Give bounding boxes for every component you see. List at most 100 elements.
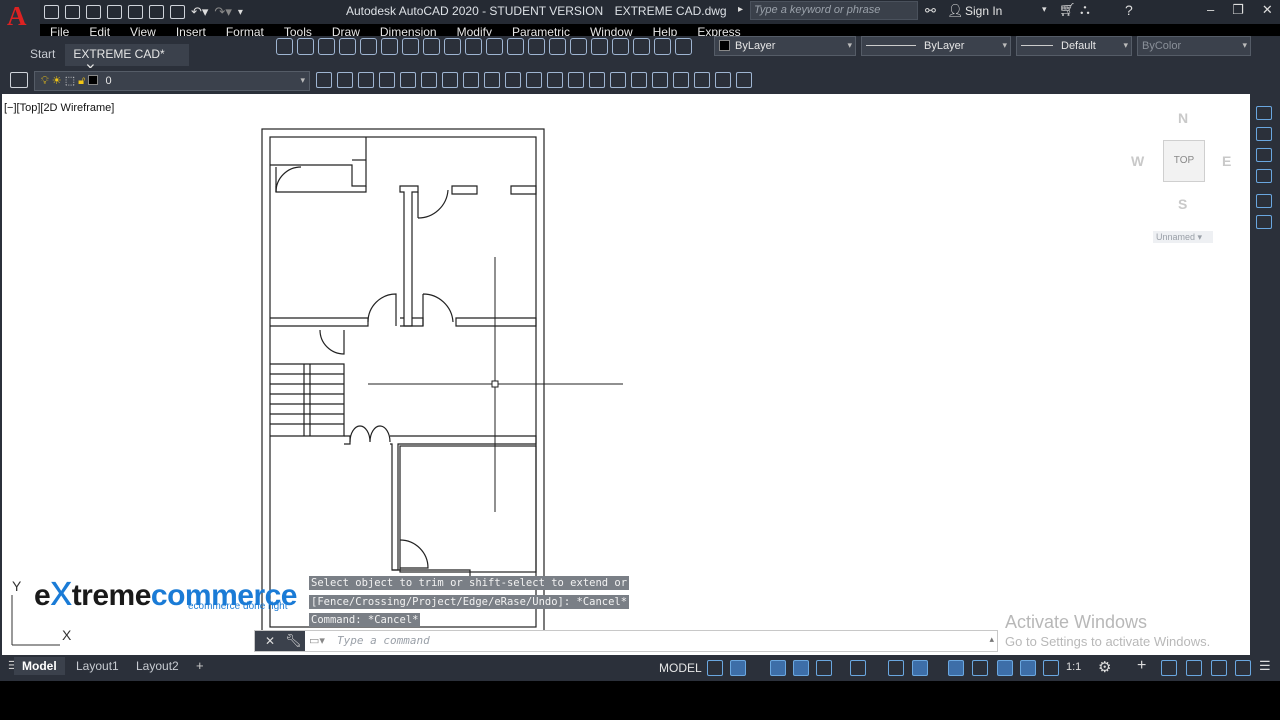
offset-icon[interactable] bbox=[442, 72, 458, 88]
break-icon[interactable] bbox=[631, 72, 647, 88]
join-icon[interactable] bbox=[652, 72, 668, 88]
plotstyle-control[interactable]: ByColor ▾ bbox=[1137, 36, 1251, 56]
layer-previous-icon[interactable] bbox=[337, 72, 353, 88]
compass-east[interactable]: E bbox=[1222, 153, 1231, 169]
infer-constraints-icon[interactable] bbox=[770, 660, 786, 676]
lineweight-control[interactable]: Default ▾ bbox=[1016, 36, 1132, 56]
gear-icon[interactable]: ⚙ bbox=[1098, 658, 1111, 676]
showmotion-icon[interactable] bbox=[1256, 194, 1272, 208]
minimize-icon[interactable]: – bbox=[1207, 2, 1214, 18]
ortho-icon[interactable] bbox=[793, 660, 809, 676]
layer-match-icon[interactable] bbox=[316, 72, 332, 88]
region-icon[interactable] bbox=[612, 38, 629, 55]
open-icon[interactable] bbox=[65, 5, 80, 19]
restore-icon[interactable]: ❐ bbox=[1232, 2, 1244, 18]
hatch-icon[interactable] bbox=[570, 38, 587, 55]
wrench-icon[interactable]: 🔧︎ bbox=[285, 633, 302, 649]
isolate-objects-icon[interactable] bbox=[1186, 660, 1202, 676]
chamfer-icon[interactable] bbox=[673, 72, 689, 88]
pan-icon[interactable] bbox=[1256, 127, 1272, 141]
chevron-right-icon[interactable]: ▸ bbox=[738, 4, 743, 15]
polyline-icon[interactable] bbox=[318, 38, 335, 55]
cart-icon[interactable]: 🛒︎ bbox=[1059, 2, 1076, 18]
compass-south[interactable]: S bbox=[1178, 196, 1187, 212]
add-icon[interactable]: + bbox=[1137, 657, 1146, 675]
erase-icon[interactable] bbox=[379, 72, 395, 88]
add-selected-icon[interactable] bbox=[675, 38, 692, 55]
help-icon[interactable]: ? bbox=[1125, 2, 1133, 18]
user-icon[interactable]: 👤︎ bbox=[947, 3, 964, 19]
tab-extreme-cad[interactable]: EXTREME CAD* ✕ bbox=[65, 44, 190, 75]
customization-icon[interactable]: ☰ bbox=[1259, 658, 1271, 674]
nav-options-icon[interactable] bbox=[1256, 215, 1272, 229]
save-as-icon[interactable] bbox=[107, 5, 122, 19]
fillet-icon[interactable] bbox=[694, 72, 710, 88]
hardware-acceleration-icon[interactable] bbox=[1211, 660, 1227, 676]
open-web-icon[interactable] bbox=[128, 5, 143, 19]
extend-icon[interactable] bbox=[589, 72, 605, 88]
add-layout-icon[interactable]: + bbox=[196, 658, 204, 673]
model-space-button[interactable]: MODEL bbox=[659, 661, 702, 675]
save-icon[interactable] bbox=[86, 5, 101, 19]
stretch-icon[interactable] bbox=[547, 72, 563, 88]
blend-curves-icon[interactable] bbox=[715, 72, 731, 88]
grid-icon[interactable] bbox=[707, 660, 723, 676]
clean-screen-icon[interactable] bbox=[1235, 660, 1251, 676]
rotate-icon[interactable] bbox=[505, 72, 521, 88]
exchange-icon[interactable]: ⛬ bbox=[1080, 1, 1090, 18]
layer-control[interactable]: 💡︎ ☀ ⬚ 🔓︎ 0 ▾ bbox=[34, 71, 310, 91]
line-icon[interactable] bbox=[276, 38, 293, 55]
polygon-icon[interactable] bbox=[339, 38, 356, 55]
command-input[interactable]: Type a command bbox=[337, 634, 430, 647]
chevron-down-icon[interactable]: ▾ bbox=[1042, 4, 1047, 15]
tab-start[interactable]: Start bbox=[0, 44, 65, 66]
linetype-control[interactable]: ByLayer ▾ bbox=[861, 36, 1011, 56]
circle-icon[interactable] bbox=[402, 38, 419, 55]
close-icon[interactable]: ✕ bbox=[265, 634, 275, 648]
compass-west[interactable]: W bbox=[1131, 153, 1144, 169]
revcloud-icon[interactable] bbox=[423, 38, 440, 55]
new-icon[interactable] bbox=[44, 5, 59, 19]
chevron-up-icon[interactable]: ▴ bbox=[989, 634, 994, 645]
viewcube-top[interactable]: TOP bbox=[1163, 140, 1205, 182]
mirror-icon[interactable] bbox=[421, 72, 437, 88]
mtext-icon[interactable] bbox=[654, 38, 671, 55]
customize-icon[interactable]: ▾ bbox=[238, 7, 243, 18]
insert-block-icon[interactable] bbox=[507, 38, 524, 55]
isometric-icon[interactable] bbox=[850, 660, 866, 676]
layer-states-icon[interactable] bbox=[358, 72, 374, 88]
zoom-extents-icon[interactable] bbox=[1256, 148, 1272, 162]
rectangle-icon[interactable] bbox=[360, 38, 377, 55]
binoculars-icon[interactable]: ⚯ bbox=[925, 3, 936, 19]
auto-scale-icon[interactable] bbox=[1043, 660, 1059, 676]
layer-properties-icon[interactable] bbox=[10, 72, 28, 88]
arc-icon[interactable] bbox=[381, 38, 398, 55]
selection-cycling-icon[interactable] bbox=[997, 660, 1013, 676]
object-snap-tracking-icon[interactable] bbox=[888, 660, 904, 676]
undo-icon[interactable]: ↶▾ bbox=[191, 4, 208, 20]
tab-model[interactable]: Model bbox=[14, 657, 65, 675]
close-icon[interactable]: ✕ bbox=[1262, 2, 1273, 18]
scale-icon[interactable] bbox=[526, 72, 542, 88]
polar-tracking-icon[interactable] bbox=[816, 660, 832, 676]
redo-icon[interactable]: ↷▾ bbox=[214, 4, 231, 20]
explode-icon[interactable] bbox=[736, 72, 752, 88]
table-icon[interactable] bbox=[633, 38, 650, 55]
tab-layout2[interactable]: Layout2 bbox=[128, 657, 187, 675]
sign-in-button[interactable]: Sign In bbox=[965, 4, 1002, 18]
gradient-icon[interactable] bbox=[591, 38, 608, 55]
compass-north[interactable]: N bbox=[1178, 110, 1188, 126]
break-at-point-icon[interactable] bbox=[610, 72, 626, 88]
ellipse-icon[interactable] bbox=[465, 38, 482, 55]
ucs-menu[interactable]: Unnamed ▾ bbox=[1153, 231, 1213, 243]
annotation-scale[interactable]: 1:1 bbox=[1066, 661, 1081, 673]
save-web-icon[interactable] bbox=[149, 5, 164, 19]
lineweight-icon[interactable] bbox=[948, 660, 964, 676]
full-navigation-wheel-icon[interactable] bbox=[1256, 106, 1272, 120]
copy-icon[interactable] bbox=[400, 72, 416, 88]
search-input[interactable]: Type a keyword or phrase bbox=[750, 1, 918, 20]
tab-layout1[interactable]: Layout1 bbox=[68, 657, 127, 675]
color-control[interactable]: ByLayer ▾ bbox=[714, 36, 856, 56]
move-icon[interactable] bbox=[484, 72, 500, 88]
command-prompt-icon[interactable]: ▭▾ bbox=[309, 634, 325, 647]
